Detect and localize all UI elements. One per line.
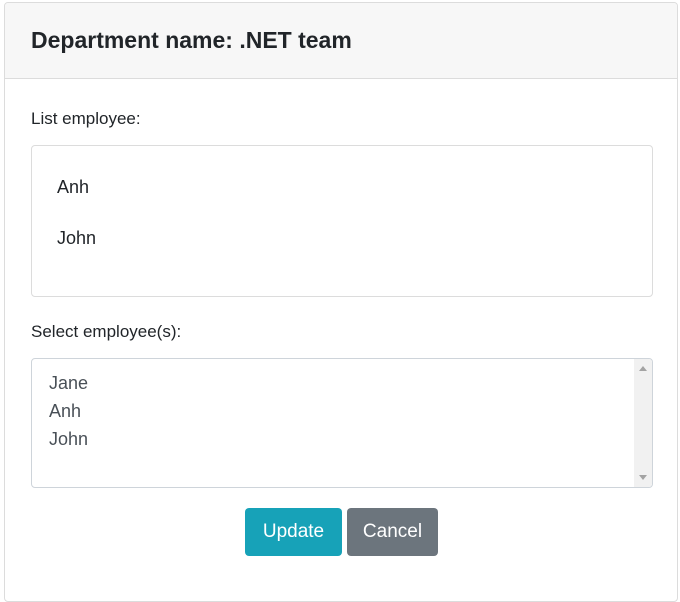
department-card: Department name: .NET team List employee…	[4, 2, 678, 602]
select-option[interactable]: John	[32, 425, 652, 453]
select-option[interactable]: Jane	[32, 369, 652, 397]
employee-multiselect[interactable]: Jane Anh John	[31, 358, 653, 488]
page-title: Department name: .NET team	[31, 27, 352, 53]
list-employee-label: List employee:	[31, 109, 141, 128]
select-option[interactable]: Anh	[32, 397, 652, 425]
employee-list: Anh John	[31, 145, 653, 297]
select-employee-label: Select employee(s):	[31, 322, 182, 341]
scroll-up-arrow-icon[interactable]	[639, 366, 647, 371]
cancel-button[interactable]: Cancel	[347, 508, 438, 556]
card-header: Department name: .NET team	[5, 3, 677, 79]
list-item: Anh	[57, 177, 90, 197]
scroll-down-arrow-icon[interactable]	[639, 475, 647, 480]
list-item: John	[57, 228, 97, 248]
select-scrollbar[interactable]	[634, 359, 652, 487]
update-button[interactable]: Update	[245, 508, 342, 556]
